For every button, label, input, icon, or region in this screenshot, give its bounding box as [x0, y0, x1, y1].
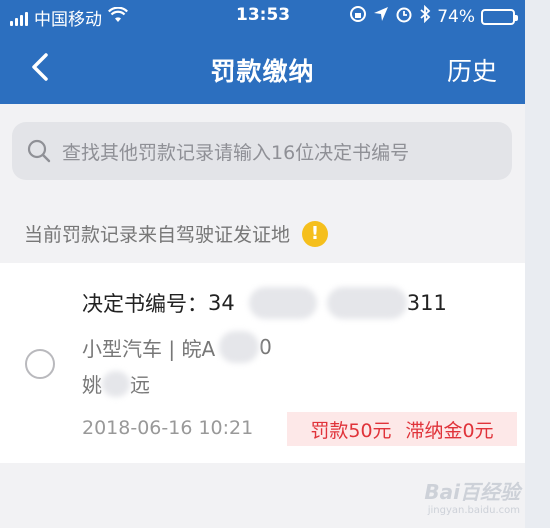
fine-amount-tag: 罚款50元 滞纳金0元	[287, 412, 517, 446]
location-icon	[373, 6, 389, 27]
violation-date: 2018-06-16 10:21	[82, 417, 254, 439]
watermark-logo: Bai百经验 jingyan.baidu.com	[424, 476, 520, 516]
redacted-blur	[248, 287, 317, 319]
decision-label: 决定书编号：	[82, 292, 208, 316]
wifi-icon	[108, 6, 128, 28]
bluetooth-icon	[419, 4, 431, 28]
vehicle-info: 小型汽车 | 皖A 0	[82, 331, 272, 363]
notice-text: 当前罚款记录来自驾驶证发证地	[24, 224, 291, 246]
fine-amount: 罚款50元	[310, 419, 392, 442]
search-placeholder: 查找其他罚款记录请输入16位决定书编号	[62, 141, 410, 164]
late-fee: 滞纳金0元	[405, 419, 494, 442]
plate-end: 0	[259, 335, 272, 359]
watermark-text: Bai百经验	[424, 480, 520, 504]
rotation-lock-icon	[349, 5, 367, 28]
decision-number-end: 311	[406, 291, 447, 315]
source-notice: 当前罚款记录来自驾驶证发证地 !	[24, 220, 329, 247]
warning-icon[interactable]: !	[302, 220, 329, 247]
carrier-name: 中国移动	[34, 10, 102, 30]
search-icon	[26, 137, 54, 165]
select-radio[interactable]	[25, 349, 55, 379]
vehicle-type: 小型汽车 | 皖A	[82, 336, 216, 361]
status-bar: 中国移动 13:53 74%	[0, 0, 525, 32]
clock: 13:53	[236, 5, 291, 25]
person-last-char: 远	[130, 373, 150, 397]
person-name: 姚 远	[82, 369, 150, 398]
decision-number-start: 34	[208, 291, 235, 315]
battery-percent: 74%	[437, 6, 475, 27]
search-input[interactable]: 查找其他罚款记录请输入16位决定书编号	[12, 122, 512, 180]
alarm-icon	[395, 5, 413, 28]
redacted-blur	[326, 287, 407, 319]
fine-record-card[interactable]: 决定书编号： 34 311 小型汽车 | 皖A 0 姚 远 2018-06-16…	[0, 263, 525, 463]
background-edge	[525, 0, 550, 528]
nav-header: 罚款缴纳 历史	[0, 32, 525, 104]
person-first-char: 姚	[82, 373, 102, 397]
battery-icon	[481, 8, 518, 25]
history-button[interactable]: 历史	[447, 52, 497, 88]
signal-icon	[10, 10, 28, 26]
watermark-url: jingyan.baidu.com	[427, 505, 520, 516]
redacted-blur	[219, 331, 260, 363]
app-screen: 中国移动 13:53 74% 罚款缴纳 历史 查找其他罚款记录请输入16位决定书…	[0, 0, 525, 528]
redacted-blur	[102, 370, 130, 397]
decision-number: 决定书编号： 34 311	[82, 287, 447, 319]
